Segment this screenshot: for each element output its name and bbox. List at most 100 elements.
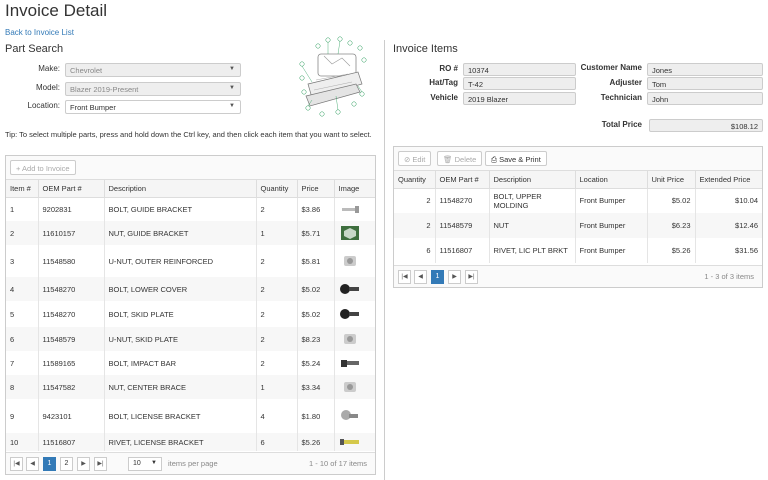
items-per-page-label: items per page <box>168 459 218 468</box>
edit-button[interactable]: ⊘ Edit <box>398 151 432 166</box>
delete-button[interactable]: 🗑 Delete <box>437 151 483 166</box>
column-header-price[interactable]: Price <box>297 180 335 198</box>
prev-page-button[interactable]: ◀ <box>414 270 427 284</box>
chevron-down-icon: ▼ <box>229 66 235 72</box>
table-row[interactable]: 9 9423101 BOLT, LICENSE BRACKET 4 $1.80 <box>6 399 375 433</box>
table-row[interactable]: 6 11548579 U-NUT, SKID PLATE 2 $8.23 <box>6 327 375 351</box>
multi-select-tip: Tip: To select multiple parts, press and… <box>5 130 372 139</box>
back-to-invoice-list-link[interactable]: Back to Invoice List <box>5 28 74 37</box>
adjuster-value: Tom <box>647 77 763 90</box>
description-cell: NUT, CENTER BRACE <box>104 375 257 399</box>
table-row[interactable]: 4 11548270 BOLT, LOWER COVER 2 $5.02 <box>6 277 375 301</box>
bolt-black-image <box>339 309 361 319</box>
hat-tag-label: Hat/Tag <box>429 78 458 87</box>
adjuster-label: Adjuster <box>609 78 642 87</box>
item-number-cell: 3 <box>6 245 39 277</box>
table-row[interactable]: 6 11516807 RIVET, LIC PLT BRKT Front Bumper… <box>394 238 762 263</box>
oem-part-cell: 11547582 <box>38 375 105 399</box>
part-grid-toolbar: + Add to Invoice <box>6 156 375 180</box>
item-number-cell: 8 <box>6 375 39 399</box>
table-row[interactable]: 7 11589165 BOLT, IMPACT BAR 2 $5.24 <box>6 351 375 375</box>
make-select[interactable]: Chevrolet ▼ <box>65 63 241 77</box>
column-header-extended-price[interactable]: Extended Price <box>695 171 762 189</box>
quantity-cell: 2 <box>256 327 298 351</box>
extended-price-cell: $31.56 <box>735 246 758 255</box>
column-header-quantity[interactable]: Quantity <box>394 171 436 189</box>
save-print-button[interactable]: ⎙ Save & Print <box>485 151 547 166</box>
quantity-cell: 2 <box>256 245 298 277</box>
oem-part-cell: 11548579 <box>435 213 490 238</box>
model-select[interactable]: Blazer 2019-Present ▼ <box>65 82 241 96</box>
unut-image <box>339 334 361 344</box>
description-cell: BOLT, LICENSE BRACKET <box>104 399 257 433</box>
prev-page-button[interactable]: ◀ <box>26 457 39 471</box>
invoice-items-title: Invoice Items <box>393 43 458 55</box>
column-header-quantity[interactable]: Quantity <box>256 180 298 198</box>
hat-tag-value: T-42 <box>463 77 576 90</box>
table-row[interactable]: 3 11548580 U-NUT, OUTER REINFORCED 2 $5.81 <box>6 245 375 277</box>
price-cell: $5.24 <box>297 351 335 375</box>
price-cell: $5.26 <box>297 433 335 451</box>
chevron-down-icon: ▼ <box>229 85 235 91</box>
table-row[interactable]: 2 11610157 NUT, GUIDE BRACKET 1 $5.71 <box>6 221 375 245</box>
part-image-cell <box>334 197 375 221</box>
oem-part-cell: 11548579 <box>38 327 105 351</box>
page-button-1[interactable]: 1 <box>431 270 444 284</box>
invoice-grid-toolbar: ⊘ Edit 🗑 Delete ⎙ Save & Print <box>394 147 762 171</box>
part-image-cell <box>334 301 375 327</box>
description-cell: NUT <box>489 213 576 238</box>
column-header-item[interactable]: Item # <box>6 180 39 198</box>
page-size-select[interactable]: 10 ▼ <box>128 457 162 471</box>
oem-part-cell: 9202831 <box>38 197 105 221</box>
last-page-button[interactable]: ▶| <box>94 457 107 471</box>
quantity-cell: 6 <box>256 433 298 451</box>
make-select-value: Chevrolet <box>70 66 103 75</box>
column-header-description[interactable]: Description <box>489 171 576 189</box>
add-to-invoice-button[interactable]: + Add to Invoice <box>10 160 76 175</box>
table-row[interactable]: 2 11548270 BOLT, UPPER MOLDING Front Bumper… <box>394 188 762 213</box>
table-row[interactable]: 2 11548579 NUT Front Bumper $6.23 $12.46 <box>394 213 762 238</box>
first-page-button[interactable]: |◀ <box>10 457 23 471</box>
description-cell: BOLT, IMPACT BAR <box>104 351 257 375</box>
next-page-button[interactable]: ▶ <box>77 457 90 471</box>
item-number-cell: 4 <box>6 277 39 301</box>
column-header-image[interactable]: Image <box>334 180 375 198</box>
quantity-cell: 2 <box>256 351 298 375</box>
page-button-2[interactable]: 2 <box>60 457 73 471</box>
location-label: Location: <box>27 101 60 110</box>
description-cell: BOLT, GUIDE BRACKET <box>104 197 257 221</box>
item-number-cell: 5 <box>6 301 39 327</box>
part-image-cell <box>334 245 375 277</box>
column-header-description[interactable]: Description <box>104 180 257 198</box>
print-icon: ⎙ <box>491 155 497 164</box>
next-page-button[interactable]: ▶ <box>448 270 461 284</box>
table-header-row: Item # OEM Part # Description Quantity P… <box>6 180 375 198</box>
page-title: Invoice Detail <box>5 1 108 20</box>
first-page-button[interactable]: |◀ <box>398 270 411 284</box>
edit-button-label: Edit <box>412 155 426 164</box>
part-search-table: Item # OEM Part # Description Quantity P… <box>6 180 375 451</box>
ro-value: 10374 <box>463 63 576 76</box>
rivet-image <box>339 437 361 446</box>
quantity-cell: 2 <box>394 188 436 213</box>
page-size-value: 10 <box>133 460 141 467</box>
price-cell: $1.80 <box>297 399 335 433</box>
last-page-button[interactable]: ▶| <box>465 270 478 284</box>
table-row[interactable]: 5 11548270 BOLT, SKID PLATE 2 $5.02 <box>6 301 375 327</box>
unit-price-cell: $5.02 <box>647 188 696 213</box>
bumper-parts-diagram[interactable] <box>298 34 368 118</box>
bolt-long-image <box>339 204 361 214</box>
table-row[interactable]: 1 9202831 BOLT, GUIDE BRACKET 2 $3.86 <box>6 197 375 221</box>
column-header-unit-price[interactable]: Unit Price <box>647 171 696 189</box>
page-button-1[interactable]: 1 <box>43 457 56 471</box>
column-header-oem-part[interactable]: OEM Part # <box>38 180 105 198</box>
table-row[interactable]: 10 11516807 RIVET, LICENSE BRACKET 6 $5.26 <box>6 433 375 451</box>
table-row[interactable]: 8 11547582 NUT, CENTER BRACE 1 $3.34 <box>6 375 375 399</box>
unit-price-cell: $6.23 <box>647 213 696 238</box>
column-header-location[interactable]: Location <box>575 171 648 189</box>
part-grid-pager: |◀ ◀ 1 2 ▶ ▶| 10 ▼ items per page 1 - 10… <box>6 452 375 474</box>
column-header-oem-part[interactable]: OEM Part # <box>435 171 490 189</box>
oem-part-cell: 11589165 <box>38 351 105 375</box>
item-number-cell: 2 <box>6 221 39 245</box>
location-select[interactable]: Front Bumper ▼ <box>65 100 241 114</box>
